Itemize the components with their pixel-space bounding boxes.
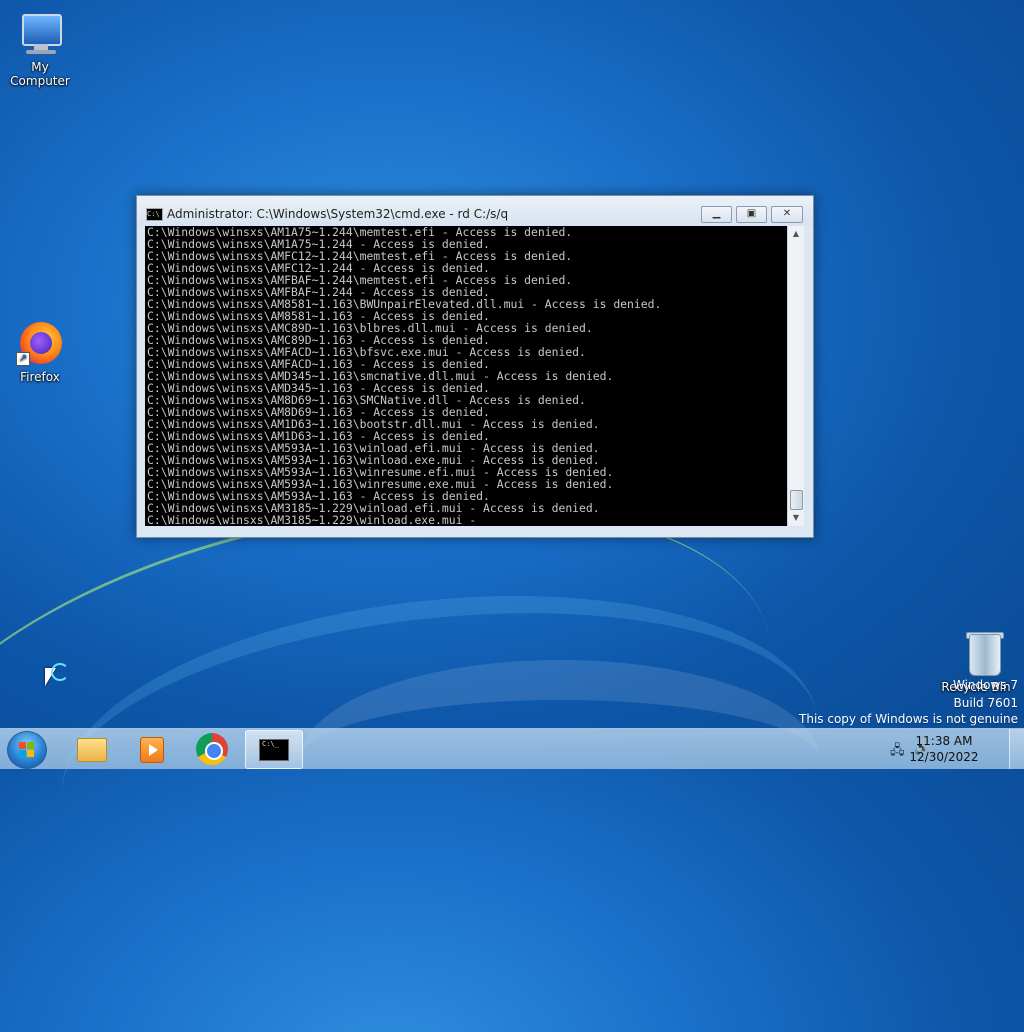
firefox-icon: ↗ (16, 320, 64, 368)
clock[interactable]: 11:38 AM 12/30/2022 (904, 733, 984, 765)
close-icon: ✕ (782, 208, 792, 219)
computer-icon (16, 10, 64, 58)
clock-time: 11:38 AM (915, 734, 973, 748)
scroll-up-icon[interactable]: ▲ (788, 226, 804, 242)
taskbar-chrome[interactable] (183, 730, 239, 767)
busy-spinner-icon (51, 663, 69, 681)
maximize-button[interactable]: ▣ (736, 206, 767, 223)
cmd-titlebar[interactable]: C:\ Administrator: C:\Windows\System32\c… (137, 196, 813, 226)
minimize-icon: ▁ (712, 208, 721, 219)
watermark-genuine: This copy of Windows is not genuine (799, 712, 1018, 726)
close-button[interactable]: ✕ (771, 206, 803, 223)
shortcut-arrow-icon: ↗ (16, 352, 30, 366)
network-icon[interactable]: 🖧 (890, 741, 905, 763)
desktop-icon-firefox[interactable]: ↗ Firefox (0, 320, 80, 384)
cmd-icon: C:\_ (259, 739, 289, 761)
window-title: Administrator: C:\Windows\System32\cmd.e… (167, 207, 509, 221)
scroll-thumb[interactable] (790, 490, 803, 510)
watermark-build: Build 7601 (953, 696, 1018, 710)
taskbar-file-explorer[interactable] (61, 730, 117, 767)
console-line: C:\Windows\winsxs\AM3185~1.229\winload.e… (147, 513, 477, 526)
vertical-scrollbar[interactable]: ▲ ▼ (787, 226, 804, 526)
chrome-icon (196, 733, 228, 765)
media-player-icon (140, 737, 164, 763)
watermark-os: Windows 7 (952, 678, 1018, 692)
desktop-icon-label: My Computer (10, 60, 70, 88)
cmd-icon: C:\ (146, 208, 163, 221)
folder-icon (77, 738, 107, 762)
windows-logo-icon (19, 742, 35, 758)
taskbar-cmd[interactable]: C:\_ (245, 730, 303, 769)
recycle-bin-icon (952, 630, 1004, 678)
clock-date: 12/30/2022 (909, 750, 979, 764)
maximize-icon: ▣ (746, 208, 757, 219)
taskbar-media-player[interactable] (122, 730, 178, 767)
minimize-button[interactable]: ▁ (701, 206, 732, 223)
start-button[interactable] (7, 731, 47, 769)
show-desktop-button[interactable] (1009, 729, 1024, 769)
desktop-icon-label: Firefox (20, 370, 60, 384)
console-output[interactable]: C:\Windows\winsxs\AM1A75~1.244\memtest.e… (145, 226, 787, 526)
desktop-icon-my-computer[interactable]: My Computer (0, 10, 80, 88)
scroll-down-icon[interactable]: ▼ (788, 510, 804, 526)
cmd-window[interactable]: C:\ Administrator: C:\Windows\System32\c… (136, 195, 814, 538)
taskbar: C:\_ 🖧 🔊 11:38 AM 12/30/2022 (0, 728, 1024, 769)
